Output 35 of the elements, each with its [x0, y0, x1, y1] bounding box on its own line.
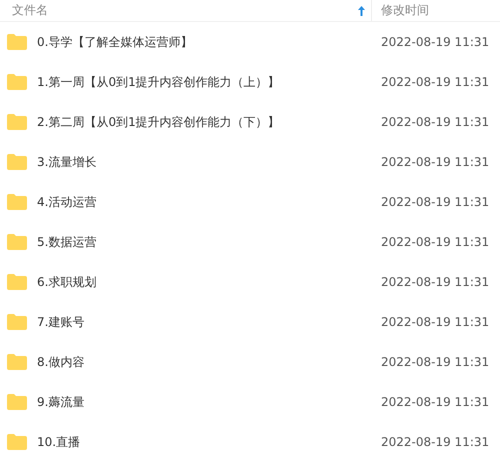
- file-name[interactable]: 8.做内容: [37, 354, 84, 370]
- modified-date: 2022-08-19 11:31: [381, 115, 490, 129]
- folder-icon: [6, 114, 27, 130]
- modified-date: 2022-08-19 11:31: [381, 35, 490, 49]
- file-name[interactable]: 3.流量增长: [37, 154, 96, 170]
- modified-date: 2022-08-19 11:31: [381, 75, 490, 89]
- file-name[interactable]: 5.数据运营: [37, 234, 96, 250]
- modified-date: 2022-08-19 11:31: [381, 395, 490, 409]
- column-header[interactable]: 文件名: [12, 2, 48, 19]
- modified-date: 2022-08-19 11:31: [381, 435, 490, 449]
- modified-date: 2022-08-19 11:31: [381, 315, 490, 329]
- modified-date: 2022-08-19 11:31: [381, 355, 490, 369]
- folder-icon: [6, 434, 27, 450]
- file-name[interactable]: 9.薅流量: [37, 394, 84, 410]
- file-name[interactable]: 0.导学【了解全媒体运营师】: [37, 34, 192, 50]
- file-name[interactable]: 1.第一周【从0到1提升内容创作能力（上）】: [37, 74, 280, 90]
- folder-icon: [6, 274, 27, 290]
- folder-icon: [6, 74, 27, 90]
- folder-icon: [6, 194, 27, 210]
- folder-icon: [6, 34, 27, 50]
- file-name[interactable]: 10.直播: [37, 434, 80, 450]
- column-header[interactable]: 修改时间: [381, 2, 429, 19]
- folder-icon: [6, 394, 27, 410]
- file-name[interactable]: 7.建账号: [37, 314, 84, 330]
- folder-icon: [6, 154, 27, 170]
- modified-date: 2022-08-19 11:31: [381, 235, 490, 249]
- folder-icon: [6, 354, 27, 370]
- file-name[interactable]: 2.第二周【从0到1提升内容创作能力（下）】: [37, 114, 280, 130]
- folder-icon: [6, 314, 27, 330]
- modified-date: 2022-08-19 11:31: [381, 155, 490, 169]
- folder-icon: [6, 234, 27, 250]
- modified-date: 2022-08-19 11:31: [381, 195, 490, 209]
- modified-date: 2022-08-19 11:31: [381, 275, 490, 289]
- file-name[interactable]: 6.求职规划: [37, 274, 96, 290]
- file-name[interactable]: 4.活动运营: [37, 194, 96, 210]
